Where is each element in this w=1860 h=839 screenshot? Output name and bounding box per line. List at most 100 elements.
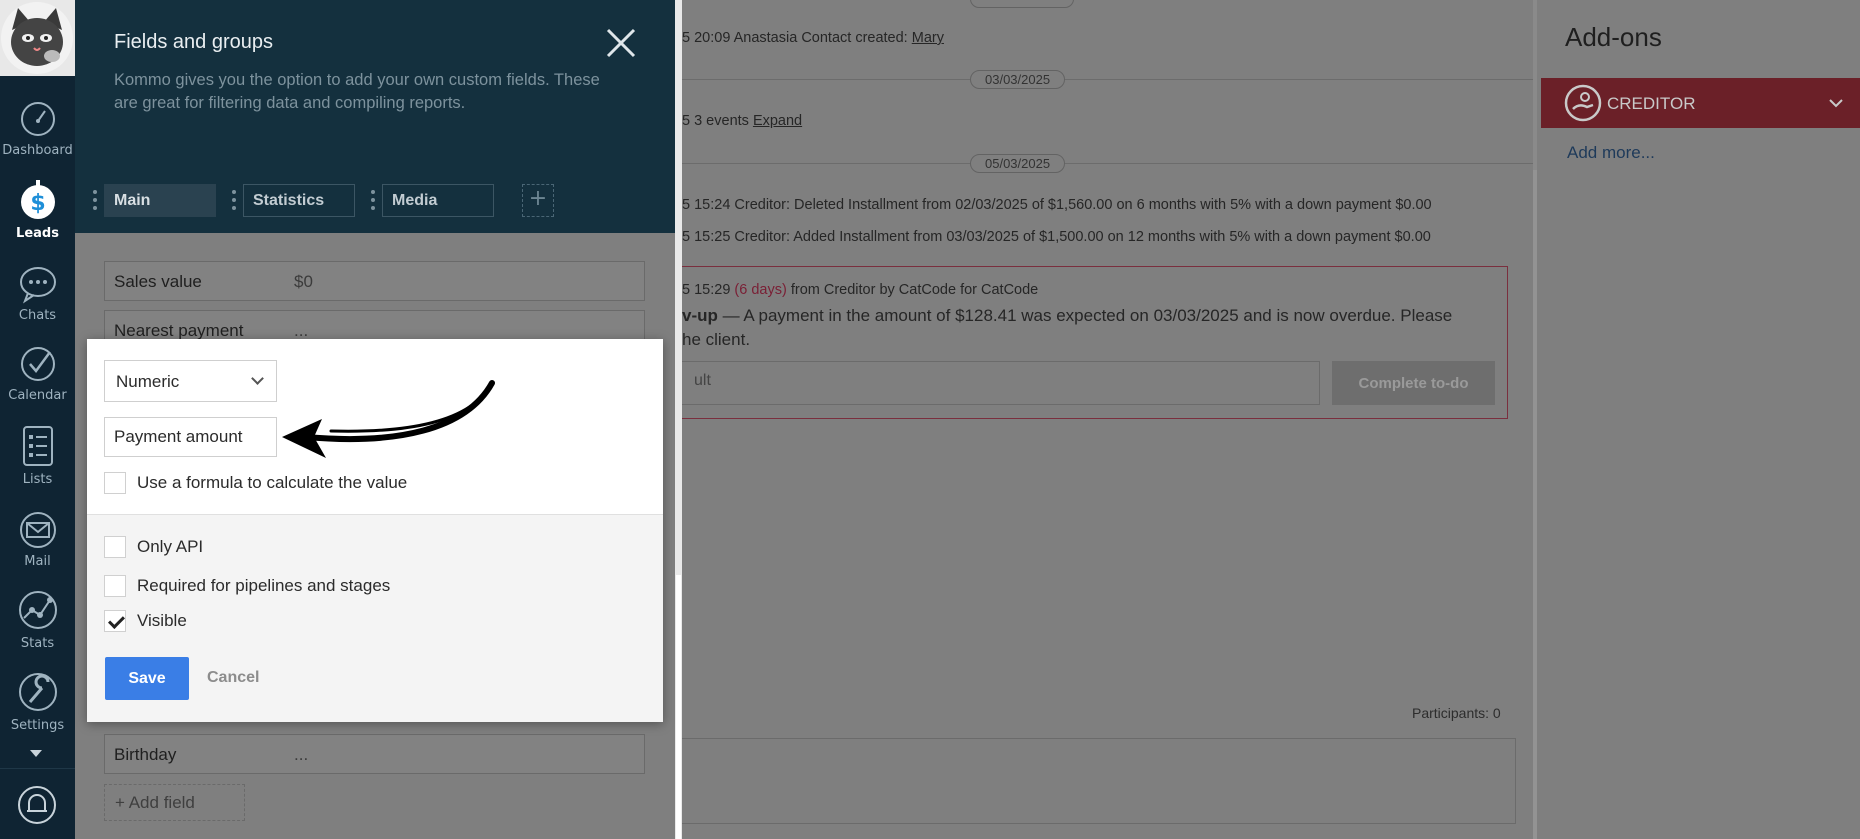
nav-item-dashboard[interactable]: Dashboard — [0, 99, 75, 158]
date-pill-top — [970, 0, 1074, 8]
feed-event: 5 15:24 Creditor: Deleted Installment fr… — [682, 197, 1432, 213]
field-name: Birthday — [114, 745, 177, 764]
expand-link[interactable]: Expand — [753, 113, 802, 129]
add-tab-button[interactable]: + — [522, 184, 554, 217]
field-name: Sales value — [114, 272, 202, 291]
nav-item-stats[interactable]: Stats — [0, 588, 75, 651]
comment-input[interactable] — [682, 738, 1516, 824]
field-name-input[interactable] — [104, 417, 277, 457]
nav-label: Lists — [22, 472, 53, 487]
date-pill: 05/03/2025 — [970, 154, 1066, 173]
chats-icon — [19, 267, 56, 304]
nav-item-settings[interactable]: Settings — [0, 670, 75, 733]
task-result-input[interactable]: ult — [682, 361, 1320, 405]
fields-description: Kommo gives you the option to add your o… — [114, 71, 600, 112]
field-row-sales-value[interactable]: Sales value $0 — [104, 261, 645, 301]
nav-item-mail[interactable]: Mail — [0, 510, 75, 569]
drag-handle-icon[interactable] — [371, 190, 375, 210]
chevron-down-icon — [251, 372, 264, 385]
task-card: 5 15:29 (6 days) from Creditor by CatCod… — [682, 266, 1508, 419]
creditor-label: CREDITOR — [1607, 94, 1696, 113]
task-text: v-up — A payment in the amount of $128.4… — [682, 306, 1452, 326]
task-text-cont: he client. — [682, 330, 751, 349]
close-icon[interactable] — [605, 27, 637, 59]
add-more-link[interactable]: Add more... — [1567, 143, 1655, 163]
addons-panel: Add-ons CREDITOR Add more... — [1537, 0, 1860, 839]
field-value: ... — [294, 321, 309, 340]
lists-icon — [22, 426, 53, 466]
formula-checkbox[interactable] — [104, 472, 126, 494]
chevron-down-icon[interactable] — [1828, 97, 1844, 109]
tab-main[interactable]: Main — [104, 184, 216, 217]
nav-item-chats[interactable]: Chats — [0, 264, 75, 323]
visible-checkbox[interactable] — [104, 610, 126, 632]
field-type-value: Numeric — [116, 372, 180, 391]
settings-icon — [18, 673, 57, 711]
plus-icon: + — [115, 793, 129, 812]
only-api-label: Only API — [137, 537, 204, 556]
task-time: 5 15:29 — [682, 282, 735, 298]
feed-event: 5 3 events Expand — [682, 113, 802, 129]
task-description: — A payment in the amount of $128.41 was… — [717, 306, 1453, 325]
dashboard-icon — [20, 102, 55, 136]
cat-avatar-icon — [1, 2, 73, 74]
date-pill: 03/03/2025 — [970, 70, 1066, 89]
formula-label: Use a formula to calculate the value — [137, 473, 408, 492]
task-from: from Creditor by CatCode for CatCode — [786, 282, 1039, 298]
feed-event-text: 5 20:09 Anastasia Contact created: — [682, 30, 912, 46]
only-api-checkbox[interactable] — [104, 536, 126, 558]
feed-event: 5 20:09 Anastasia Contact created: Mary — [682, 30, 944, 46]
creditor-logo-icon — [1564, 84, 1602, 122]
creditor-addon[interactable]: CREDITOR — [1541, 78, 1860, 128]
drag-handle-icon[interactable] — [93, 190, 97, 210]
fields-panel-scrollbar-thumb[interactable] — [676, 575, 681, 839]
nav-label: Calendar — [8, 388, 67, 403]
stats-icon — [18, 591, 57, 629]
notifications-button[interactable] — [0, 768, 75, 839]
nav-label: Leads — [16, 226, 59, 241]
task-meta: 5 15:29 (6 days) from Creditor by CatCod… — [682, 282, 1038, 298]
participants-count: Participants: 0 — [1412, 705, 1501, 721]
cancel-button[interactable]: Cancel — [207, 669, 259, 687]
bell-icon — [18, 786, 56, 824]
divider — [682, 163, 1537, 164]
fields-header: Fields and groups Kommo gives you the op… — [75, 0, 675, 233]
field-name: Nearest payment — [114, 321, 244, 340]
tab-statistics[interactable]: Statistics — [243, 184, 355, 217]
save-button[interactable]: Save — [105, 657, 189, 700]
field-value: ... — [294, 745, 309, 764]
contact-link[interactable]: Mary — [912, 30, 944, 46]
avatar[interactable] — [0, 0, 75, 76]
nav-label: Settings — [10, 718, 65, 733]
drag-handle-icon[interactable] — [232, 190, 236, 210]
required-label: Required for pipelines and stages — [137, 576, 391, 595]
calendar-icon — [20, 347, 55, 381]
feed-event: 5 15:25 Creditor: Added Installment from… — [682, 229, 1431, 245]
field-type-select[interactable]: Numeric — [104, 360, 277, 402]
nav-more-chevron-icon[interactable] — [30, 750, 42, 757]
task-overdue-badge: (6 days) — [734, 282, 787, 298]
addons-title: Add-ons — [1565, 22, 1662, 52]
annotation-arrow-icon — [282, 380, 495, 458]
left-nav: Dashboard $ Leads Chats Calendar Lists M… — [0, 0, 75, 839]
field-row-birthday[interactable]: Birthday ... — [104, 734, 645, 774]
lead-feed: 5 20:09 Anastasia Contact created: Mary … — [682, 0, 1537, 839]
nav-label: Dashboard — [2, 143, 73, 158]
nav-item-calendar[interactable]: Calendar — [0, 344, 75, 403]
add-field-button[interactable]: + Add field — [104, 784, 245, 821]
nav-label: Stats — [20, 636, 55, 651]
visible-label: Visible — [137, 611, 187, 630]
field-value: $0 — [294, 272, 313, 291]
mail-icon — [19, 512, 56, 548]
tab-media[interactable]: Media — [382, 184, 494, 217]
divider — [682, 79, 1537, 80]
complete-todo-button[interactable]: Complete to-do — [1332, 361, 1495, 405]
nav-label: Mail — [24, 554, 51, 569]
leads-icon: $ — [20, 180, 55, 219]
fields-title: Fields and groups — [114, 31, 273, 53]
nav-item-leads[interactable]: $ Leads — [0, 178, 75, 241]
nav-label: Chats — [18, 308, 57, 323]
nav-item-lists[interactable]: Lists — [0, 424, 75, 487]
required-checkbox[interactable] — [104, 575, 126, 597]
svg-text:$: $ — [30, 191, 45, 216]
